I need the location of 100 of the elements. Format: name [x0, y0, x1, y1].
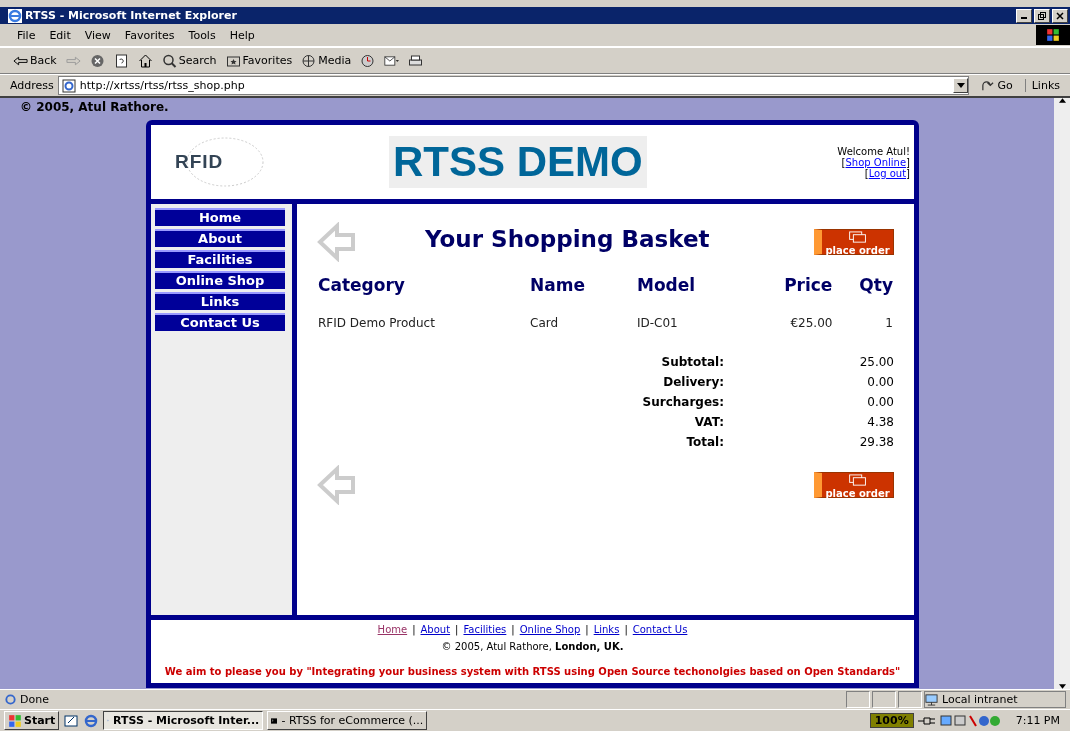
- menu-item[interactable]: Tools: [181, 28, 223, 42]
- nav-button[interactable]: Links: [155, 292, 285, 310]
- menu-item[interactable]: Favorites: [117, 28, 182, 42]
- link-separator: |: [624, 624, 628, 635]
- address-label: Address: [10, 79, 54, 92]
- cards-icon: [847, 231, 868, 244]
- footer-link[interactable]: Online Shop: [519, 624, 581, 635]
- bracket: ]: [906, 167, 910, 179]
- rfid-logo: RFID: [175, 132, 275, 192]
- taskbar-task[interactable]: - RTSS for eCommerce (...: [267, 711, 428, 730]
- column-header: Name: [529, 274, 586, 297]
- total-label: Subtotal:: [660, 354, 724, 371]
- mail-icon: [384, 53, 400, 68]
- total-label: Delivery:: [662, 374, 724, 391]
- caret-icon: [956, 83, 965, 88]
- printer-icon: [408, 53, 424, 68]
- clock-icon: [360, 53, 376, 68]
- status-text: Done: [4, 693, 844, 706]
- total-value: 0.00: [866, 374, 894, 391]
- total-label: Total:: [685, 434, 724, 451]
- column-header: Price: [783, 274, 834, 297]
- place-order-button[interactable]: place order: [814, 472, 894, 498]
- globe-icon: [301, 53, 317, 68]
- footer-link[interactable]: Links: [593, 624, 620, 635]
- bracket: [: [841, 156, 846, 168]
- link-separator: |: [455, 624, 459, 635]
- cards-icon: [847, 474, 868, 487]
- media-button[interactable]: Media: [298, 49, 355, 72]
- address-field[interactable]: http://xrtss/rtss/rtss_shop.php: [57, 76, 970, 95]
- home-icon: [137, 53, 153, 68]
- windows-logo-icon: [1036, 25, 1070, 45]
- windows-logo-icon: [8, 713, 22, 728]
- close-icon: [1054, 10, 1066, 21]
- go-arrow-icon: [981, 79, 995, 92]
- footer-link[interactable]: About: [420, 624, 451, 635]
- favorites-button[interactable]: Favorites: [222, 49, 296, 72]
- menu-item[interactable]: Edit: [42, 28, 78, 42]
- taskbar-task[interactable]: RTSS - Microsoft Inter...: [103, 711, 264, 730]
- nav-button[interactable]: Facilities: [155, 250, 285, 268]
- total-value: 29.38: [858, 434, 894, 451]
- power-plug-icon: [917, 715, 936, 726]
- total-value: 0.00: [866, 394, 894, 411]
- place-order-button[interactable]: place order: [814, 229, 894, 255]
- nav-button[interactable]: Online Shop: [155, 271, 285, 289]
- minimize-icon: [1021, 16, 1027, 19]
- status-pane: [898, 691, 922, 708]
- go-button[interactable]: Go: [973, 79, 1021, 92]
- minimize-button[interactable]: [1016, 8, 1032, 23]
- scroll-up-icon: [1058, 98, 1066, 103]
- total-value: 4.38: [866, 414, 894, 431]
- back-button[interactable]: Back: [10, 49, 60, 72]
- footer-link[interactable]: Home: [377, 624, 408, 635]
- footer-link[interactable]: Contact Us: [632, 624, 688, 635]
- column-header: Category: [317, 274, 406, 297]
- copyright-notice: © 2005, Atul Rathore.: [20, 99, 170, 116]
- links-button[interactable]: Links: [1024, 79, 1070, 92]
- link-separator: |: [412, 624, 416, 635]
- menu-item[interactable]: Help: [222, 28, 262, 42]
- search-button[interactable]: Search: [158, 49, 220, 72]
- start-button[interactable]: Start: [4, 711, 60, 730]
- total-label: VAT:: [693, 414, 724, 431]
- clock: 7:11 PM: [1014, 714, 1061, 727]
- search-icon: [161, 53, 177, 68]
- menu-item[interactable]: View: [77, 28, 118, 42]
- refresh-icon: [113, 53, 129, 68]
- footer-link[interactable]: Facilities: [463, 624, 507, 635]
- security-zone: Local intranet: [924, 691, 1066, 708]
- site-title: RTSS DEMO: [389, 136, 647, 188]
- battery-level: 100%: [869, 713, 914, 728]
- total-label: Surcharges:: [641, 394, 724, 411]
- table-cell-text: RFID Demo Product: [317, 315, 436, 331]
- table-cell-text: 1: [884, 315, 894, 331]
- desktop-icon[interactable]: [63, 712, 80, 729]
- bracket: ]: [906, 156, 910, 168]
- link-separator: |: [511, 624, 515, 635]
- network-icon: [925, 693, 938, 706]
- vertical-scrollbar[interactable]: [1054, 98, 1070, 689]
- page-icon: [61, 78, 76, 93]
- total-value: 25.00: [858, 354, 894, 371]
- status-pane: [846, 691, 870, 708]
- nav-button[interactable]: About: [155, 229, 285, 247]
- nav-button[interactable]: Contact Us: [155, 313, 285, 331]
- scroll-down-icon: [1058, 684, 1066, 689]
- restore-icon: [1036, 10, 1048, 21]
- nav-button[interactable]: Home: [155, 208, 285, 226]
- table-cell-text: €25.00: [789, 315, 834, 331]
- link-separator: |: [585, 624, 589, 635]
- dropdown-button[interactable]: [953, 78, 969, 93]
- welcome-message: Welcome Atul!: [837, 145, 910, 157]
- system-tray-icons-drawing[interactable]: [939, 713, 1000, 728]
- bracket: [: [864, 167, 869, 179]
- stop-icon: [89, 53, 105, 68]
- column-header: Model: [636, 274, 697, 297]
- restore-button[interactable]: [1034, 8, 1050, 23]
- window-title: RTSS - Microsoft Internet Explorer: [25, 9, 238, 22]
- page-icon: [4, 693, 17, 706]
- close-button[interactable]: [1052, 8, 1068, 23]
- table-cell-text: Card: [529, 315, 560, 331]
- menu-item[interactable]: File: [10, 28, 43, 42]
- column-header: Qty: [858, 274, 894, 297]
